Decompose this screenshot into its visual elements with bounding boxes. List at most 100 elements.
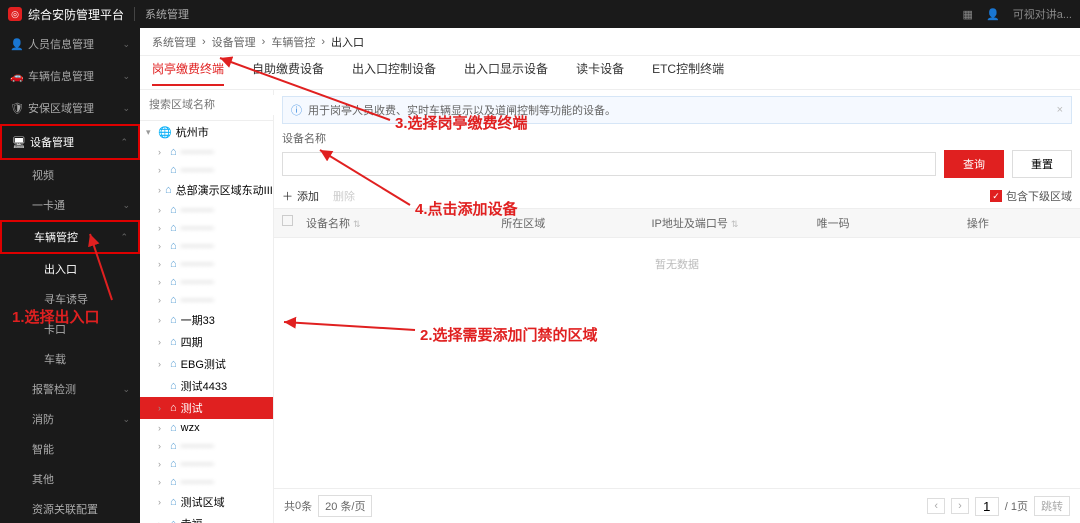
select-all-checkbox[interactable] — [282, 215, 293, 226]
page-input[interactable] — [975, 497, 999, 516]
pager: 共0条 20 条/页 ‹ › / 1页 跳转 — [274, 488, 1080, 523]
car-icon: 🚗 — [10, 70, 22, 82]
sidebar-sub-entrance[interactable]: 出入口 — [0, 254, 140, 284]
info-icon: ⓘ — [291, 102, 302, 118]
app-logo-icon: ◎ — [8, 7, 22, 21]
info-bar: ⓘ 用于岗亭人员收费、实时车辆显示以及道闸控制等功能的设备。 × — [282, 96, 1072, 124]
tab-io-display[interactable]: 出入口显示设备 — [464, 60, 548, 85]
tab-booth-terminal[interactable]: 岗亭缴费终端 — [152, 60, 224, 85]
sidebar-sub-fire[interactable]: 消防⌄ — [0, 404, 140, 434]
include-sub-checkbox[interactable]: ✓包含下级区域 — [990, 188, 1072, 204]
sidebar-item-vehicle[interactable]: 🚗车辆信息管理⌄ — [0, 60, 140, 92]
sort-icon: ⇅ — [353, 219, 361, 229]
tree-node[interactable]: ›⌂——— — [140, 219, 273, 237]
col-ip[interactable]: IP地址及端口号⇅ — [651, 215, 816, 231]
query-button[interactable]: 查询 — [944, 150, 1004, 178]
tree-node[interactable]: ›⌂——— — [140, 201, 273, 219]
sidebar: 👤人员信息管理⌄ 🚗车辆信息管理⌄ 🛡安保区域管理⌄ 🖥设备管理⌃ 视频 一卡通… — [0, 28, 140, 523]
tree-search: 🔍 — [140, 90, 273, 121]
tree-node[interactable]: ›⌂——— — [140, 161, 273, 179]
page-size-select[interactable]: 20 条/页 — [318, 495, 372, 517]
user-name[interactable]: 可视对讲a... — [1013, 9, 1072, 21]
sidebar-sub-checkpoint[interactable]: 卡口 — [0, 314, 140, 344]
tabs: 岗亭缴费终端 自助缴费设备 出入口控制设备 出入口显示设备 读卡设备 ETC控制… — [140, 56, 1080, 90]
col-area[interactable]: 所在区域 — [501, 215, 651, 231]
tree-node[interactable]: ›⌂——— — [140, 255, 273, 273]
tree-node-xf[interactable]: ›⌂幸福 — [140, 513, 273, 523]
col-ops[interactable]: 操作 — [967, 215, 1072, 231]
device-name-input[interactable] — [282, 152, 936, 176]
sidebar-item-security[interactable]: 🛡安保区域管理⌄ — [0, 92, 140, 124]
globe-icon: 🌐 — [158, 126, 172, 139]
sidebar-sub-resource[interactable]: 资源关联配置 — [0, 494, 140, 523]
tree-node[interactable]: ›⌂——— — [140, 237, 273, 255]
checkbox-icon: ✓ — [990, 190, 1002, 202]
sidebar-sub-onboard[interactable]: 车载 — [0, 344, 140, 374]
tree-search-input[interactable] — [145, 95, 295, 115]
tree-node[interactable]: ›⌂——— — [140, 455, 273, 473]
tree-node[interactable]: ›⌂——— — [140, 143, 273, 161]
breadcrumb-dev[interactable]: 设备管理 — [212, 34, 256, 50]
tree-node-siqi[interactable]: ›⌂四期 — [140, 331, 273, 353]
tab-card-reader[interactable]: 读卡设备 — [576, 60, 624, 85]
breadcrumb: 系统管理› 设备管理› 车辆管控› 出入口 — [140, 28, 1080, 56]
tree-node-yiqi[interactable]: ›⌂一期33 — [140, 309, 273, 331]
tree-node-wzx[interactable]: ›⌂wzx — [140, 419, 273, 437]
reset-button[interactable]: 重置 — [1012, 150, 1072, 178]
chevron-up-icon: ⌃ — [120, 137, 128, 148]
jump-button[interactable]: 跳转 — [1034, 496, 1070, 516]
sidebar-item-device-mgr[interactable]: 🖥设备管理⌃ — [0, 124, 140, 160]
filter-label: 设备名称 — [282, 130, 1072, 146]
breadcrumb-veh[interactable]: 车辆管控 — [271, 34, 315, 50]
tree-node[interactable]: ›⌂——— — [140, 291, 273, 309]
top-nav-sysmgr[interactable]: 系统管理 — [145, 6, 189, 22]
sidebar-sub-guide[interactable]: 寻车诱导 — [0, 284, 140, 314]
tree-node-4433[interactable]: ⌂测试4433 — [140, 375, 273, 397]
sort-icon: ⇅ — [731, 219, 739, 229]
breadcrumb-current: 出入口 — [331, 34, 364, 50]
sidebar-sub-alarm[interactable]: 报警检测⌄ — [0, 374, 140, 404]
tree-node-selected[interactable]: ›⌂测试 — [140, 397, 273, 419]
monitor-icon: 🖥 — [12, 136, 24, 148]
plus-icon: ＋ — [282, 188, 293, 204]
filter-row: 设备名称 查询 重置 — [274, 124, 1080, 184]
area-tree: ▾🌐杭州市 ›⌂——— ›⌂——— ›⌂总部演示区域东动III ›⌂——— ›⌂… — [140, 121, 273, 523]
sidebar-sub-video[interactable]: 视频 — [0, 160, 140, 190]
tree-node[interactable]: ›⌂——— — [140, 273, 273, 291]
tab-self-pay[interactable]: 自助缴费设备 — [252, 60, 324, 85]
close-icon[interactable]: × — [1057, 104, 1063, 116]
col-uid[interactable]: 唯一码 — [817, 215, 967, 231]
user-icon[interactable]: 👤 — [986, 9, 1000, 21]
sidebar-sub-card[interactable]: 一卡通⌄ — [0, 190, 140, 220]
user-icon: 👤 — [10, 38, 22, 50]
prev-page-button[interactable]: ‹ — [927, 498, 945, 514]
chevron-down-icon: ⌄ — [122, 103, 130, 114]
home-icon: ⌂ — [170, 146, 177, 158]
tab-etc[interactable]: ETC控制终端 — [652, 60, 724, 85]
topbar: ◎ 综合安防管理平台 系统管理 ▦ 👤 可视对讲a... — [0, 0, 1080, 28]
tree-node[interactable]: ›⌂——— — [140, 473, 273, 491]
topbar-right: ▦ 👤 可视对讲a... — [952, 6, 1072, 22]
add-button[interactable]: ＋添加 — [282, 188, 319, 204]
sidebar-item-person[interactable]: 👤人员信息管理⌄ — [0, 28, 140, 60]
tree-node[interactable]: ›⌂总部演示区域东动III — [140, 179, 273, 201]
tree-node-ebg[interactable]: ›⌂EBG测试 — [140, 353, 273, 375]
chevron-down-icon: ⌄ — [122, 39, 130, 50]
info-text: 用于岗亭人员收费、实时车辆显示以及道闸控制等功能的设备。 — [308, 102, 616, 118]
tree-node[interactable]: ›⌂——— — [140, 437, 273, 455]
tab-io-control[interactable]: 出入口控制设备 — [352, 60, 436, 85]
tree-node-csqy[interactable]: ›⌂测试区域 — [140, 491, 273, 513]
sidebar-sub-smart[interactable]: 智能 — [0, 434, 140, 464]
sidebar-sub-vehicle-ctrl[interactable]: 车辆管控⌃ — [0, 220, 140, 254]
tree-root[interactable]: ▾🌐杭州市 — [140, 121, 273, 143]
next-page-button[interactable]: › — [951, 498, 969, 514]
delete-button[interactable]: 删除 — [333, 188, 355, 204]
table-header: 设备名称⇅ 所在区域 IP地址及端口号⇅ 唯一码 操作 — [274, 208, 1080, 238]
toolbar: ＋添加 删除 ✓包含下级区域 — [274, 184, 1080, 208]
table-body: 暂无数据 — [274, 238, 1080, 488]
sidebar-sub-other[interactable]: 其他 — [0, 464, 140, 494]
breadcrumb-sys[interactable]: 系统管理 — [152, 34, 196, 50]
empty-text: 暂无数据 — [655, 256, 699, 272]
grid-icon[interactable]: ▦ — [962, 9, 972, 21]
col-name[interactable]: 设备名称⇅ — [306, 215, 501, 231]
